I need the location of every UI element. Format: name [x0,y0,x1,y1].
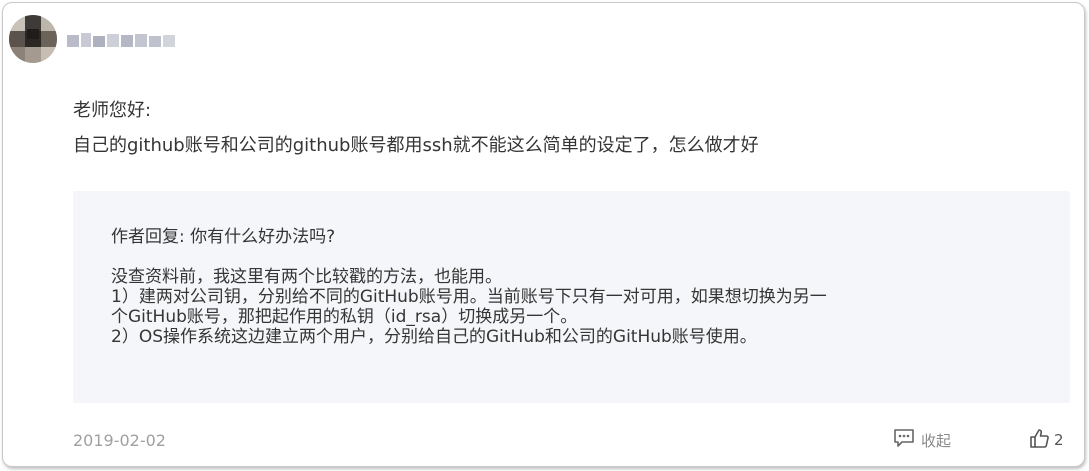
like-button[interactable]: 2 [1028,428,1064,452]
reply-header: 作者回复: 你有什么好办法吗? [111,227,336,247]
reply-line: 2）OS操作系统这边建立两个用户，分别给自己的GitHub和公司的GitHub账… [111,327,757,347]
reply-line: 个GitHub账号，那把起作用的私钥（id_rsa）切换成另一个。 [111,307,578,327]
author-reply: 作者回复: 你有什么好办法吗? 没查资料前，我这里有两个比较戳的方法，也能用。 … [73,191,1070,403]
avatar[interactable] [9,15,57,63]
collapse-label: 收起 [921,431,952,450]
reply-line: 没查资料前，我这里有两个比较戳的方法，也能用。 [111,267,502,287]
comment-collapse-icon [893,428,915,452]
thumbs-up-icon [1028,427,1050,453]
comment-date: 2019-02-02 [73,431,166,450]
comment-greeting: 老师您好: [73,100,152,121]
comment-body: 自己的github账号和公司的github账号都用ssh就不能这么简单的设定了，… [73,135,759,156]
username-blurred[interactable] [67,31,177,51]
like-count: 2 [1054,431,1064,449]
collapse-button[interactable]: 收起 [893,428,951,452]
reply-line: 1）建两对公司钥，分别给不同的GitHub账号用。当前账号下只有一对可用，如果想… [111,287,827,307]
comment-card: 老师您好: 自己的github账号和公司的github账号都用ssh就不能这么简… [2,2,1085,467]
